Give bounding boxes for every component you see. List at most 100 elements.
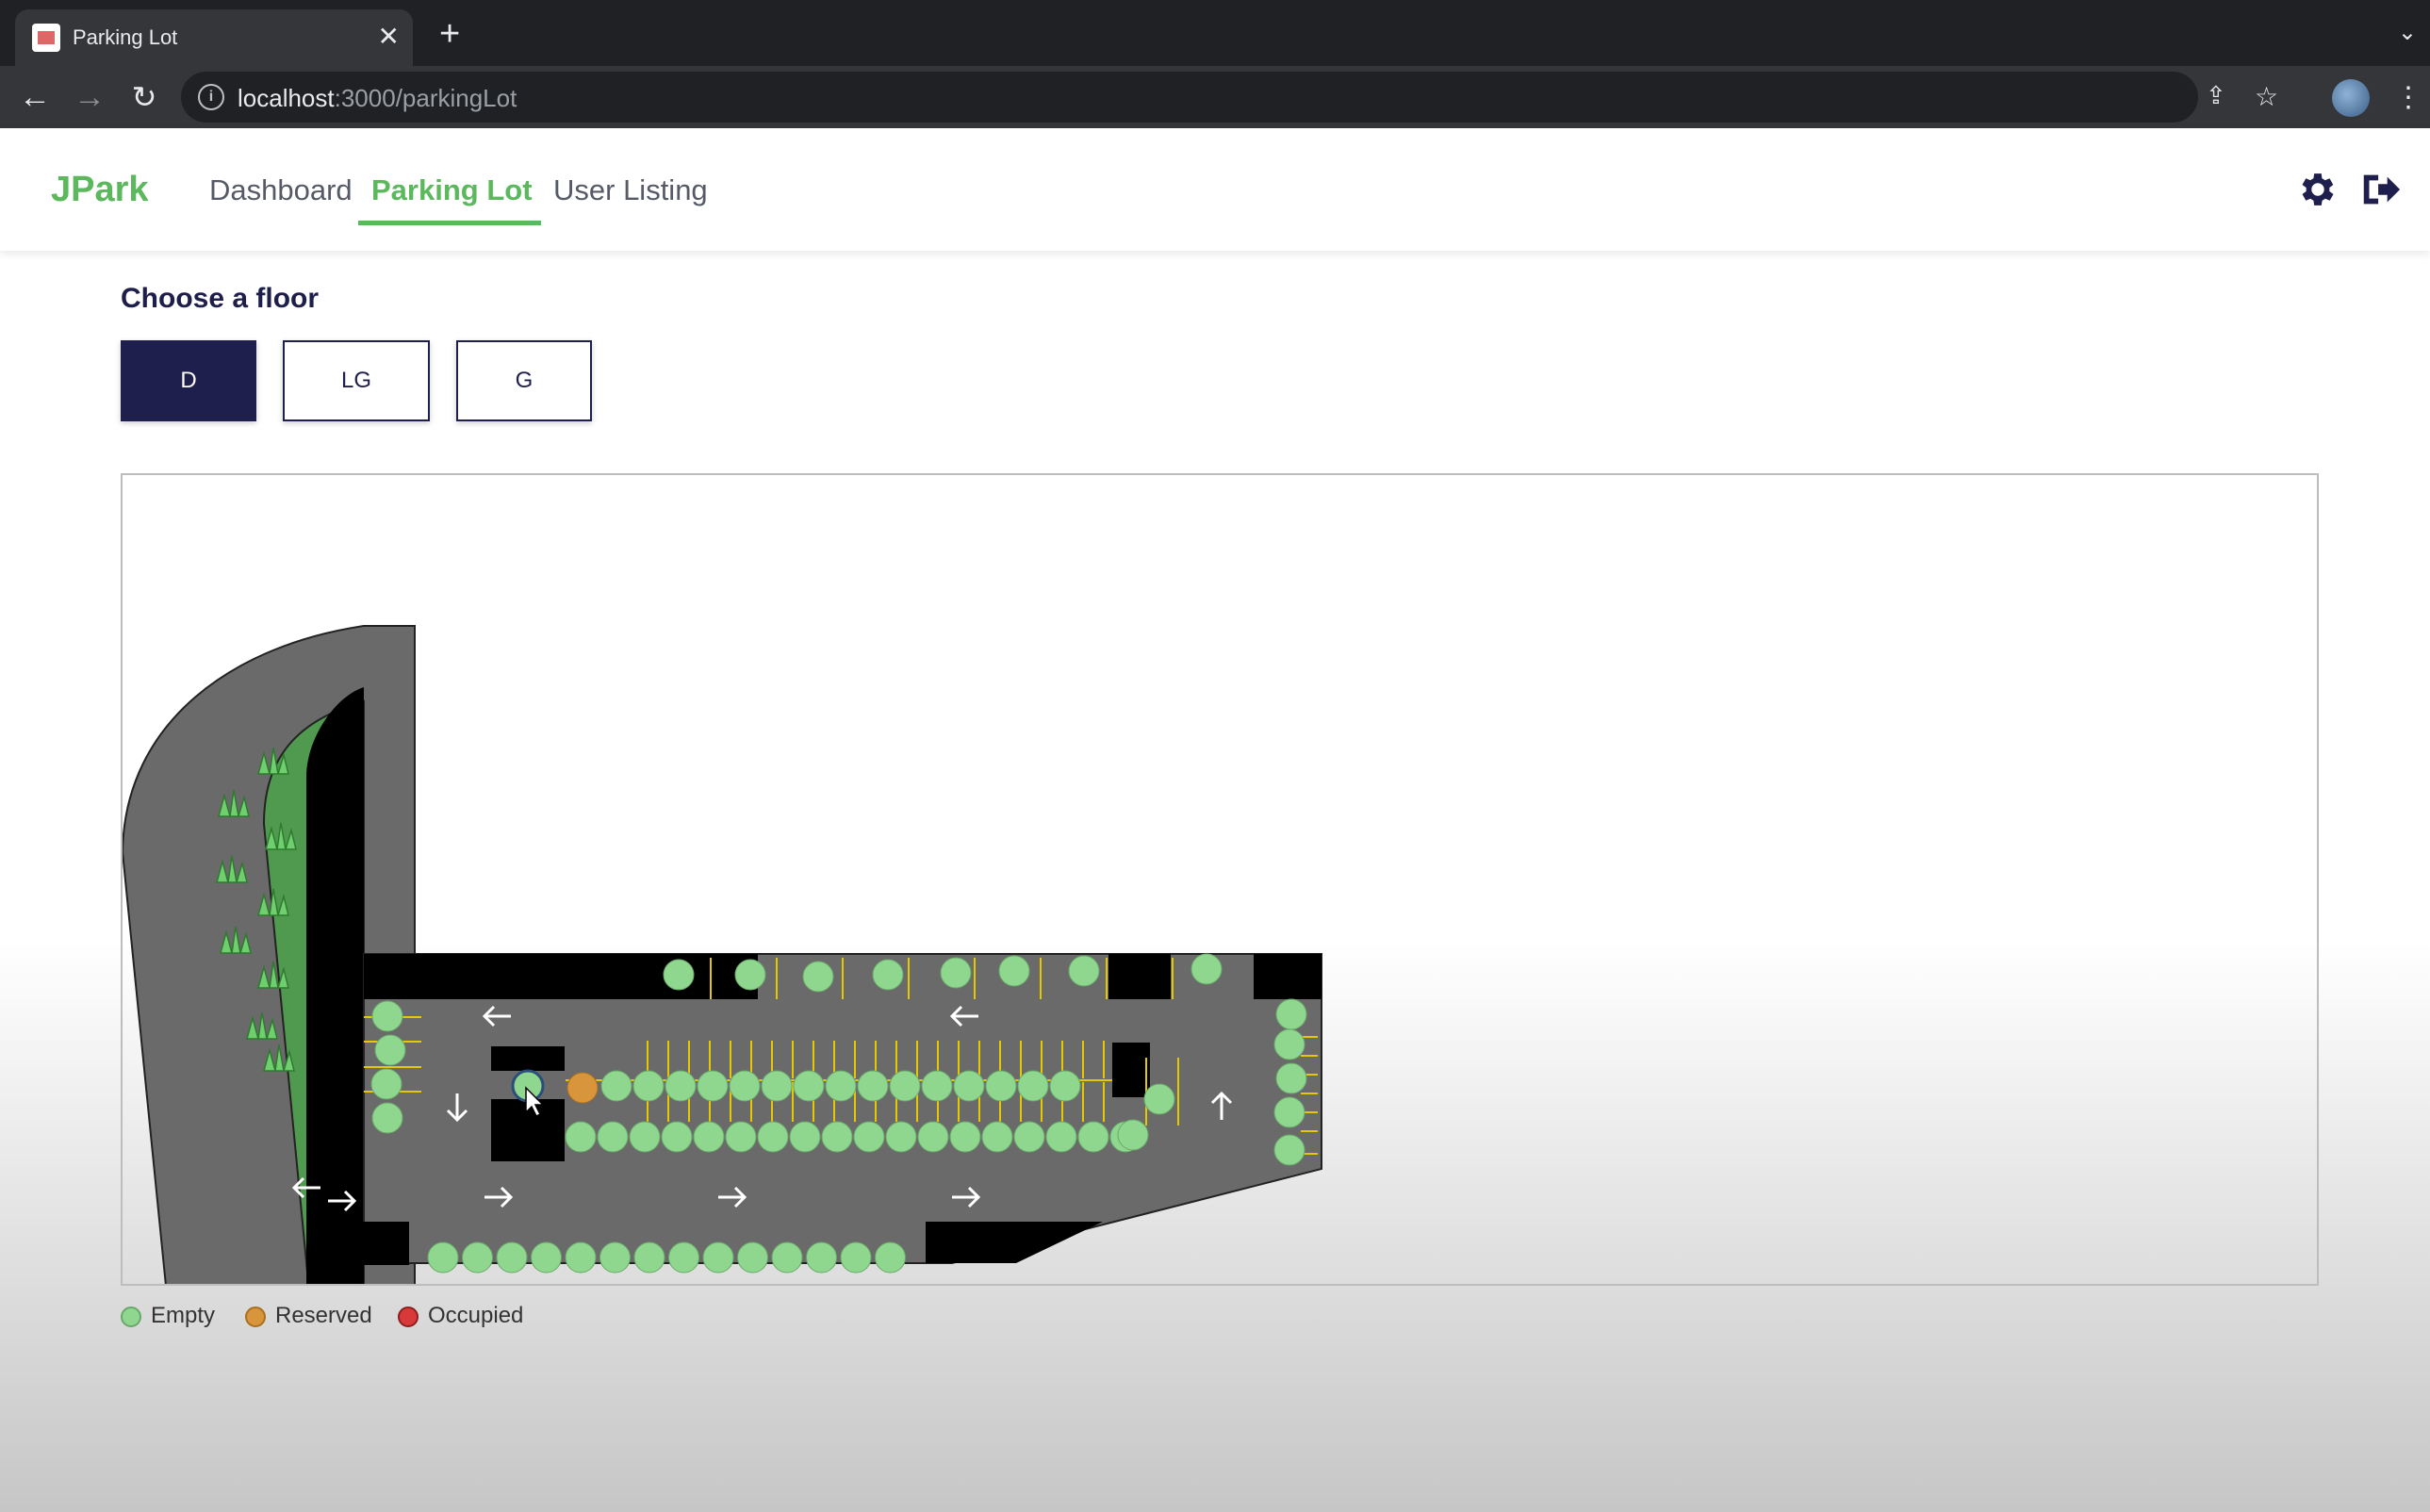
nav-user-listing[interactable]: User Listing bbox=[553, 173, 708, 207]
parking-spot[interactable] bbox=[840, 1241, 872, 1274]
parking-spot[interactable] bbox=[427, 1241, 459, 1274]
parking-spot[interactable] bbox=[875, 1241, 906, 1274]
nav-parking-lot[interactable]: Parking Lot bbox=[371, 173, 533, 207]
legend-reserved-label: Reserved bbox=[275, 1303, 372, 1328]
parking-spot[interactable] bbox=[600, 1070, 632, 1102]
parking-spot[interactable] bbox=[981, 1121, 1013, 1153]
parking-spot[interactable] bbox=[632, 1070, 665, 1102]
parking-spot[interactable] bbox=[531, 1241, 562, 1274]
parking-spot[interactable] bbox=[793, 1070, 825, 1102]
wall-top-mid bbox=[1108, 954, 1171, 999]
parking-spot[interactable] bbox=[1049, 1070, 1081, 1102]
site-info-icon[interactable]: i bbox=[198, 84, 224, 110]
parking-spot[interactable] bbox=[825, 1070, 857, 1102]
parking-spot[interactable] bbox=[921, 1070, 953, 1102]
parking-spot[interactable] bbox=[729, 1070, 761, 1102]
parking-spot[interactable] bbox=[771, 1241, 803, 1274]
pillar-right bbox=[1112, 1043, 1150, 1097]
parking-spot[interactable] bbox=[953, 1070, 985, 1102]
parking-spot[interactable] bbox=[1077, 1121, 1109, 1153]
parking-spot[interactable] bbox=[1275, 1062, 1307, 1094]
parking-spot[interactable] bbox=[597, 1121, 629, 1153]
browser-tab[interactable]: Parking Lot ✕ bbox=[15, 9, 413, 66]
parking-spot[interactable] bbox=[889, 1070, 921, 1102]
bookmark-star-icon[interactable]: ☆ bbox=[2255, 81, 2278, 112]
profile-avatar[interactable] bbox=[2332, 79, 2370, 117]
forward-icon[interactable]: → bbox=[66, 74, 113, 121]
parking-spot[interactable] bbox=[1013, 1121, 1045, 1153]
parking-spot[interactable] bbox=[702, 1241, 734, 1274]
parking-spot[interactable] bbox=[1117, 1119, 1149, 1151]
parking-spot[interactable] bbox=[985, 1070, 1017, 1102]
parking-spot[interactable] bbox=[1017, 1070, 1049, 1102]
parking-spot[interactable] bbox=[566, 1072, 599, 1104]
floor-button-d[interactable]: D bbox=[121, 340, 256, 421]
favicon-icon bbox=[32, 24, 60, 52]
legend-empty-dot bbox=[121, 1307, 141, 1327]
parking-spot[interactable] bbox=[371, 1102, 403, 1134]
reload-icon[interactable]: ↻ bbox=[121, 74, 168, 121]
parking-spot[interactable] bbox=[857, 1070, 889, 1102]
parking-spot[interactable] bbox=[1143, 1083, 1175, 1115]
parking-spot[interactable] bbox=[371, 1000, 403, 1032]
browser-menu-icon[interactable]: ⋮ bbox=[2394, 79, 2422, 117]
parking-spot[interactable] bbox=[661, 1121, 693, 1153]
address-bar[interactable]: i localhost:3000/parkingLot ⇪ ☆ bbox=[181, 72, 2278, 123]
parking-spot[interactable] bbox=[1273, 1028, 1305, 1060]
floor-button-lg[interactable]: LG bbox=[283, 340, 430, 421]
parking-spot[interactable] bbox=[565, 1121, 597, 1153]
parking-spot[interactable] bbox=[697, 1070, 729, 1102]
parking-spot[interactable] bbox=[789, 1121, 821, 1153]
wall-bottom-left bbox=[353, 1222, 409, 1265]
parking-spot[interactable] bbox=[940, 957, 972, 989]
logout-icon[interactable] bbox=[2358, 168, 2402, 211]
parking-spot[interactable] bbox=[1275, 998, 1307, 1030]
parking-spot[interactable] bbox=[665, 1070, 697, 1102]
parking-spot[interactable] bbox=[802, 961, 834, 993]
back-icon[interactable]: ← bbox=[11, 74, 58, 121]
new-tab-icon[interactable]: + bbox=[439, 13, 460, 55]
parking-spot[interactable] bbox=[565, 1241, 597, 1274]
parking-spot[interactable] bbox=[629, 1121, 661, 1153]
active-nav-indicator bbox=[358, 221, 541, 225]
close-tab-icon[interactable]: ✕ bbox=[378, 20, 400, 54]
parking-spot[interactable] bbox=[917, 1121, 949, 1153]
share-icon[interactable]: ⇪ bbox=[2206, 81, 2226, 110]
parking-spot[interactable] bbox=[806, 1241, 837, 1274]
brand-logo[interactable]: JPark bbox=[51, 170, 149, 210]
parking-spot[interactable] bbox=[1190, 953, 1223, 985]
parking-spot[interactable] bbox=[761, 1070, 793, 1102]
url-text: localhost:3000/parkingLot bbox=[238, 84, 517, 112]
parking-spot[interactable] bbox=[1045, 1121, 1077, 1153]
legend-occupied-label: Occupied bbox=[428, 1303, 524, 1328]
parking-spot[interactable] bbox=[998, 955, 1030, 987]
parking-spot[interactable] bbox=[885, 1121, 917, 1153]
parking-spot[interactable] bbox=[821, 1121, 853, 1153]
parking-map-panel bbox=[121, 473, 2319, 1400]
parking-spot[interactable] bbox=[374, 1034, 406, 1066]
settings-gear-icon[interactable] bbox=[2296, 168, 2340, 211]
parking-spot[interactable] bbox=[734, 959, 766, 991]
parking-spot[interactable] bbox=[633, 1241, 665, 1274]
parking-spot[interactable] bbox=[725, 1121, 757, 1153]
parking-spot[interactable] bbox=[496, 1241, 528, 1274]
parking-spot[interactable] bbox=[668, 1241, 699, 1274]
nav-dashboard[interactable]: Dashboard bbox=[209, 173, 353, 207]
parking-spot[interactable] bbox=[737, 1241, 768, 1274]
parking-spot[interactable] bbox=[757, 1121, 789, 1153]
parking-spot[interactable] bbox=[663, 959, 695, 991]
parking-spot[interactable] bbox=[462, 1241, 493, 1274]
parking-spot[interactable] bbox=[1068, 955, 1100, 987]
parking-spot[interactable] bbox=[853, 1121, 885, 1153]
parking-spot[interactable] bbox=[599, 1241, 631, 1274]
legend-empty-label: Empty bbox=[151, 1303, 216, 1328]
parking-spot[interactable] bbox=[872, 959, 904, 991]
parking-spot[interactable] bbox=[949, 1121, 981, 1153]
legend-occupied-dot bbox=[398, 1307, 419, 1327]
parking-spot[interactable] bbox=[1273, 1134, 1305, 1166]
parking-spot[interactable] bbox=[1273, 1096, 1305, 1128]
parking-spot[interactable] bbox=[693, 1121, 725, 1153]
tab-search-chevron-icon[interactable]: ⌄ bbox=[2398, 19, 2417, 46]
parking-spot[interactable] bbox=[370, 1068, 402, 1100]
floor-button-g[interactable]: G bbox=[456, 340, 592, 421]
